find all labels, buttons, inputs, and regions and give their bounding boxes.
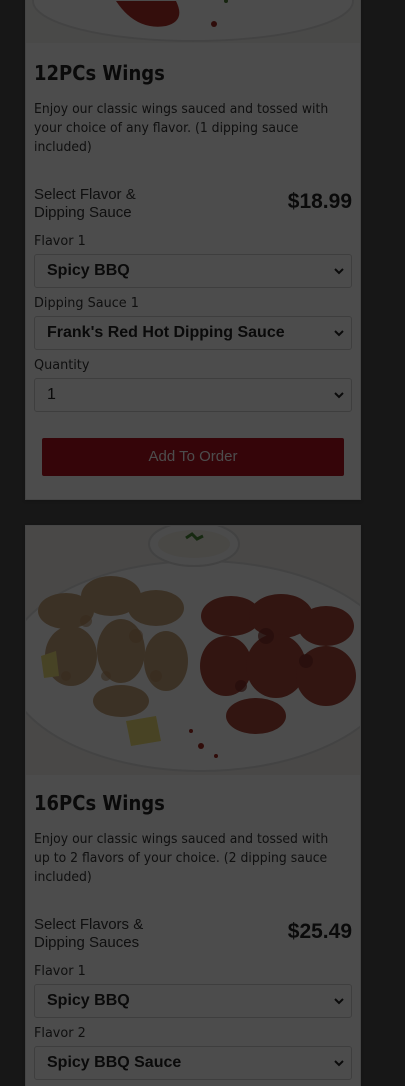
flavor-1-label: Flavor 1 (34, 233, 86, 249)
wings-plate-image (26, 526, 360, 775)
flavor-1-value: Spicy BBQ (47, 992, 130, 1009)
item-title: 16PCs Wings (34, 791, 165, 815)
flavor-1-label: Flavor 1 (34, 963, 86, 979)
wings-plate-image (26, 0, 360, 43)
chevron-down-icon (333, 317, 345, 349)
select-row: Select Flavor & Dipping Sauce $18.99 (34, 186, 352, 226)
flavor-2-select[interactable]: Spicy BBQ Sauce (34, 1046, 352, 1080)
menu-page: 12PCs Wings Enjoy our classic wings sauc… (0, 0, 405, 1086)
flavor-1-select[interactable]: Spicy BBQ (34, 984, 352, 1018)
menu-item-body: 12PCs Wings Enjoy our classic wings sauc… (34, 53, 352, 476)
quantity-value: 1 (47, 386, 56, 403)
select-label: Select Flavors & Dipping Sauces (34, 916, 144, 951)
item-price: $18.99 (287, 190, 352, 213)
item-price: $25.49 (287, 920, 352, 943)
flavor-2-value: Spicy BBQ Sauce (47, 1054, 182, 1071)
menu-item-body: 16PCs Wings Enjoy our classic wings sauc… (34, 783, 352, 1080)
dipping-sauce-1-label: Dipping Sauce 1 (34, 295, 139, 311)
quantity-select[interactable]: 1 (34, 378, 352, 412)
food-image (26, 526, 360, 775)
chevron-down-icon (333, 379, 345, 411)
add-to-order-button[interactable]: Add To Order (42, 438, 344, 476)
flavor-2-label: Flavor 2 (34, 1025, 86, 1041)
flavor-1-value: Spicy BBQ (47, 262, 130, 279)
item-description: Enjoy our classic wings sauced and tosse… (34, 831, 329, 885)
chevron-down-icon (333, 255, 345, 287)
item-description: Enjoy our classic wings sauced and tosse… (34, 101, 329, 155)
flavor-1-select[interactable]: Spicy BBQ (34, 254, 352, 288)
menu-item-card: 16PCs Wings Enjoy our classic wings sauc… (25, 525, 361, 1086)
quantity-label: Quantity (34, 357, 90, 373)
dipping-sauce-1-value: Frank's Red Hot Dipping Sauce (47, 324, 285, 341)
item-title: 12PCs Wings (34, 61, 165, 85)
select-label: Select Flavor & Dipping Sauce (34, 186, 136, 221)
dipping-sauce-1-select[interactable]: Frank's Red Hot Dipping Sauce (34, 316, 352, 350)
chevron-down-icon (333, 985, 345, 1017)
chevron-down-icon (333, 1047, 345, 1079)
food-image (26, 0, 360, 43)
menu-item-card: 12PCs Wings Enjoy our classic wings sauc… (25, 0, 361, 500)
select-row: Select Flavors & Dipping Sauces $25.49 (34, 916, 352, 956)
